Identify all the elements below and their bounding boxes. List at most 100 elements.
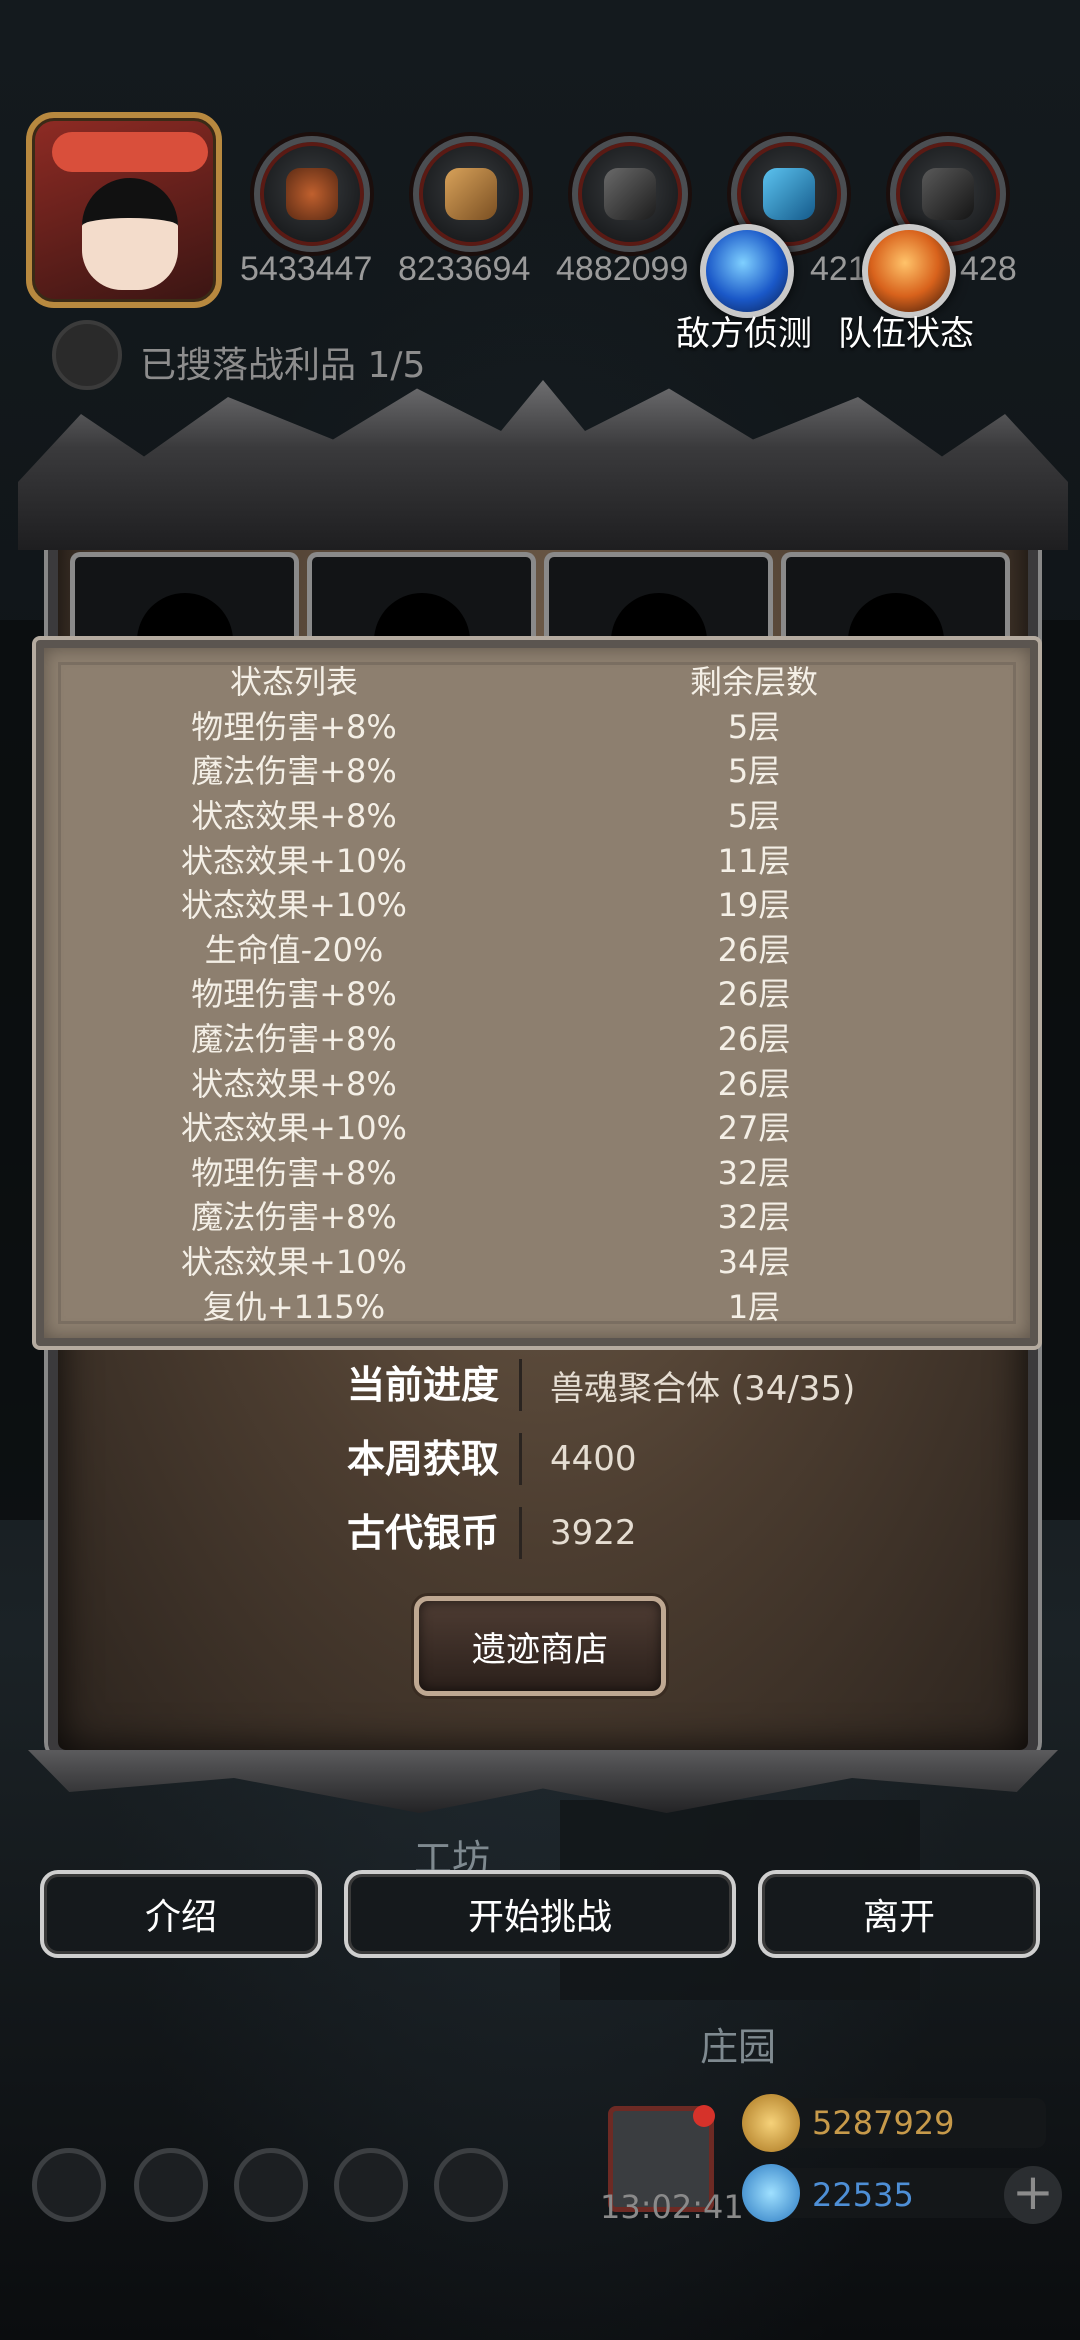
status-layers: 11层 [717, 841, 791, 880]
status-table-header: 状态列表 剩余层数 [84, 658, 1004, 703]
hero-slot[interactable] [544, 552, 773, 642]
intro-button[interactable]: 介绍 [40, 1870, 322, 1958]
status-name: 状态效果+10% [181, 1243, 407, 1282]
add-currency-button[interactable]: + [1004, 2166, 1062, 2224]
status-row: 状态效果+10% 34层 [84, 1238, 1004, 1283]
weekly-label: 本周获取 [300, 1433, 522, 1485]
silver-value: 3922 [550, 1513, 637, 1553]
status-name: 魔法伤害+8% [191, 1198, 397, 1237]
avatar-headdress [52, 132, 208, 172]
status-name: 状态效果+8% [191, 1064, 397, 1103]
info-row-silver: 古代银币 3922 [300, 1496, 1000, 1570]
settings-icon[interactable] [32, 2148, 106, 2222]
relic-shop-button[interactable]: 遗迹商店 [414, 1596, 666, 1696]
progress-value: 兽魂聚合体 (34/35) [550, 1368, 856, 1409]
status-row: 物理伤害+8% 26层 [84, 970, 1004, 1015]
wood-amount: 8233694 [398, 250, 531, 288]
status-name: 物理伤害+8% [191, 975, 397, 1014]
notification-badge [693, 2105, 715, 2127]
stone-icon [922, 168, 974, 220]
status-layers: 26层 [717, 1020, 791, 1059]
crystal-icon [763, 168, 815, 220]
status-name: 魔法伤害+8% [191, 752, 397, 791]
status-row: 物理伤害+8% 5层 [84, 703, 1004, 748]
status-layers: 5层 [727, 707, 781, 746]
info-row-weekly: 本周获取 4400 [300, 1422, 1000, 1496]
gift-timer: 13:02:41 [600, 2188, 744, 2226]
avatar-face [82, 178, 178, 290]
status-layers: 26层 [717, 1064, 791, 1103]
player-avatar[interactable] [26, 112, 222, 308]
gem-amount: 22535 [812, 2176, 914, 2214]
manor-label[interactable]: 庄园 [700, 2016, 776, 2071]
hero-slot[interactable] [781, 552, 1010, 642]
gold-coin-icon [742, 2094, 800, 2152]
status-table: 状态列表 剩余层数 物理伤害+8% 5层 魔法伤害+8% 5层 状态效果+8% 5层 状态效… [84, 658, 1004, 1327]
status-row: 魔法伤害+8% 5层 [84, 747, 1004, 792]
stone-amount: 428 [960, 250, 1017, 288]
wood-icon [445, 168, 497, 220]
status-layers: 26层 [717, 975, 791, 1014]
iron-icon [604, 168, 656, 220]
enemy-scout-label: 敌方侦测 [676, 314, 812, 354]
panel-frame-bottom [28, 1750, 1058, 1813]
status-row: 状态效果+10% 27层 [84, 1104, 1004, 1149]
status-name: 状态效果+10% [181, 886, 407, 925]
status-layers: 32层 [717, 1198, 791, 1237]
status-row: 复仇+115% 1层 [84, 1282, 1004, 1327]
status-layers: 26层 [717, 930, 791, 969]
status-layers: 1层 [727, 1287, 781, 1326]
status-layers: 19层 [717, 886, 791, 925]
mail-icon[interactable] [334, 2148, 408, 2222]
leave-button[interactable]: 离开 [758, 1870, 1040, 1958]
status-layers: 27层 [717, 1109, 791, 1148]
empty-slot-icon [610, 593, 707, 642]
status-rows: 物理伤害+8% 5层 魔法伤害+8% 5层 状态效果+8% 5层 状态效果+10% 11层 状态… [84, 703, 1004, 1327]
crystal-amount: 421 [810, 250, 867, 288]
wood-resource-icon[interactable] [413, 136, 529, 252]
empty-slot-icon [847, 593, 944, 642]
weekly-value: 4400 [550, 1439, 637, 1479]
achievement-icon[interactable] [134, 2148, 208, 2222]
empty-slot-icon [136, 593, 233, 642]
team-status-label: 队伍状态 [838, 314, 974, 354]
map-icon[interactable] [434, 2148, 508, 2222]
status-row: 魔法伤害+8% 26层 [84, 1015, 1004, 1060]
status-row: 状态效果+10% 11层 [84, 836, 1004, 881]
status-name: 魔法伤害+8% [191, 1020, 397, 1059]
progress-label: 当前进度 [300, 1359, 522, 1411]
column-header-status: 状态列表 [229, 663, 358, 702]
status-name: 状态效果+10% [181, 1109, 407, 1148]
info-row-progress: 当前进度 兽魂聚合体 (34/35) [300, 1348, 1000, 1422]
hero-slot[interactable] [307, 552, 536, 642]
empty-slot-icon [373, 593, 470, 642]
status-row: 状态效果+8% 5层 [84, 792, 1004, 837]
team-status-button[interactable] [862, 224, 956, 318]
meat-resource-icon[interactable] [254, 136, 370, 252]
gold-amount: 5287929 [812, 2104, 955, 2142]
progress-info: 当前进度 兽魂聚合体 (34/35) 本周获取 4400 古代银币 3922 [300, 1348, 1000, 1570]
status-row: 状态效果+8% 26层 [84, 1059, 1004, 1104]
silver-label: 古代银币 [300, 1507, 522, 1559]
status-name: 状态效果+10% [181, 841, 407, 880]
gem-icon [742, 2164, 800, 2222]
iron-resource-icon[interactable] [572, 136, 688, 252]
status-name: 生命值-20% [204, 930, 384, 969]
hero-slot[interactable] [70, 552, 299, 642]
status-layers: 34层 [717, 1243, 791, 1282]
meat-amount: 5433447 [240, 250, 373, 288]
enemy-scout-button[interactable] [700, 224, 794, 318]
status-list-panel[interactable]: 状态列表 剩余层数 物理伤害+8% 5层 魔法伤害+8% 5层 状态效果+8% 5层 状态效… [36, 640, 1038, 1346]
status-layers: 32层 [717, 1153, 791, 1192]
iron-amount: 4882099 [556, 250, 689, 288]
status-layers: 5层 [727, 752, 781, 791]
meat-icon [286, 168, 338, 220]
start-challenge-button[interactable]: 开始挑战 [344, 1870, 736, 1958]
column-header-layers: 剩余层数 [689, 663, 818, 702]
guild-icon[interactable] [234, 2148, 308, 2222]
status-name: 物理伤害+8% [191, 1153, 397, 1192]
status-layers: 5层 [727, 797, 781, 836]
status-name: 物理伤害+8% [191, 707, 397, 746]
status-name: 状态效果+8% [191, 797, 397, 836]
status-row: 生命值-20% 26层 [84, 926, 1004, 971]
